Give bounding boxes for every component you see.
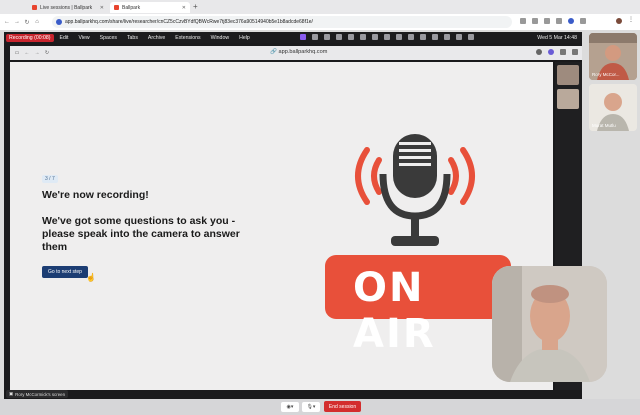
clock: Wed 5 Mar 14:48: [537, 34, 577, 41]
microphone-icon: [355, 134, 475, 246]
status-icon: [372, 34, 378, 40]
siri-icon: [468, 34, 474, 40]
camera-thumbnail: [557, 65, 579, 85]
control-center-icon: [456, 34, 462, 40]
person-video-icon: [492, 266, 607, 382]
menu-help[interactable]: Help: [239, 35, 250, 41]
tab-bar: Live sessions | Ballpark ✕ Ballpark ✕ +: [0, 0, 640, 14]
close-icon[interactable]: ✕: [100, 5, 104, 11]
participant-tile-murat[interactable]: Murat Mutlu: [589, 84, 637, 131]
status-icon: [396, 34, 402, 40]
status-icon: [348, 34, 354, 40]
menu-spaces[interactable]: Spaces: [100, 35, 117, 41]
status-icons: [300, 34, 474, 40]
forward-icon[interactable]: →: [32, 50, 42, 56]
menu-tabs[interactable]: Tabs: [127, 35, 138, 41]
status-icon: [324, 34, 330, 40]
session-controls: ◉ ▾ 🎙 ▾ End session: [0, 399, 640, 415]
participant-name: Rory McCor...: [592, 72, 620, 77]
browser-chrome: Live sessions | Ballpark ✕ Ballpark ✕ + …: [0, 0, 640, 30]
forward-icon[interactable]: →: [12, 19, 22, 25]
extension-icon[interactable]: [548, 49, 554, 55]
tab-ballpark[interactable]: Ballpark ✕: [110, 2, 190, 13]
inner-url-text: app.ballparkhq.com: [278, 49, 328, 55]
close-icon[interactable]: ✕: [182, 5, 186, 11]
mac-menubar: Recording (00:08) Edit View Spaces Tabs …: [4, 32, 582, 43]
inner-browser-toolbar: ▭ ← → ↻ 🔗 app.ballparkhq.com: [10, 46, 582, 60]
tab-label: Live sessions | Ballpark: [40, 4, 93, 11]
status-icon: [420, 34, 426, 40]
next-step-button[interactable]: Go to next step: [42, 266, 88, 278]
extension-icon[interactable]: [556, 18, 562, 24]
recording-badge: Recording (00:08): [6, 33, 54, 42]
menu-extensions[interactable]: Extensions: [175, 35, 200, 41]
screen-share-icon: ▣: [9, 391, 14, 396]
screen-owner-label: ▣ Rory McCormick's screen: [6, 390, 69, 398]
tab-label: Ballpark: [122, 4, 141, 11]
status-icon: [312, 34, 318, 40]
step-indicator: 3 / 7: [42, 175, 58, 183]
menu-icon[interactable]: ⋮: [628, 16, 634, 23]
extension-icon[interactable]: [536, 49, 542, 55]
participant-name: Murat Mutlu: [592, 123, 616, 128]
back-icon[interactable]: ←: [2, 19, 12, 25]
on-air-text: ON AIR: [353, 265, 436, 357]
reload-icon[interactable]: ↻: [22, 19, 32, 26]
extension-icon[interactable]: [544, 18, 550, 24]
extension-icon[interactable]: [520, 18, 526, 24]
wifi-icon: [432, 34, 438, 40]
extensions-puzzle-icon[interactable]: [580, 18, 586, 24]
site-info-icon[interactable]: [56, 19, 62, 25]
url-bar[interactable]: app.ballparkhq.com/share/live/researcher…: [52, 16, 512, 28]
battery-icon: [444, 34, 450, 40]
end-session-button[interactable]: End session: [324, 401, 361, 412]
self-camera-bubble[interactable]: [492, 266, 607, 382]
page-title: We're now recording!: [42, 189, 149, 201]
menu-view[interactable]: View: [78, 35, 89, 41]
pointer-cursor-icon: ☝: [86, 273, 96, 282]
home-icon[interactable]: ⌂: [32, 19, 42, 25]
sidebar-icon[interactable]: ▭: [12, 50, 22, 56]
menu-archive[interactable]: Archive: [148, 35, 165, 41]
split-view-icon[interactable]: [560, 49, 566, 55]
link-icon: 🔗: [270, 49, 277, 55]
chevron-down-icon: ▾: [312, 404, 316, 410]
new-tab-button[interactable]: +: [193, 2, 198, 11]
status-icon: [300, 34, 306, 40]
tab-live-sessions[interactable]: Live sessions | Ballpark ✕: [28, 2, 108, 13]
participant-tile-rory[interactable]: Rory McCor...: [589, 33, 637, 80]
extension-icon[interactable]: [568, 18, 574, 24]
page-instructions: We've got some questions to ask you - pl…: [42, 215, 240, 253]
profile-avatar[interactable]: [616, 18, 622, 24]
status-icon: [384, 34, 390, 40]
chevron-down-icon: ▾: [290, 404, 294, 410]
on-air-sign: ON AIR: [325, 255, 511, 357]
extension-icon[interactable]: [532, 18, 538, 24]
reload-icon[interactable]: ↻: [42, 50, 52, 56]
status-icon: [408, 34, 414, 40]
menu-edit[interactable]: Edit: [60, 35, 69, 41]
url-text: app.ballparkhq.com/share/live/researcher…: [65, 19, 313, 25]
status-icon: [336, 34, 342, 40]
camera-toggle-button[interactable]: ◉ ▾: [281, 402, 299, 412]
status-icon: [360, 34, 366, 40]
inner-url[interactable]: 🔗 app.ballparkhq.com: [270, 49, 327, 55]
ballpark-favicon-icon: [32, 5, 37, 10]
camera-thumbnail: [557, 89, 579, 109]
screen-owner-text: Rory McCormick's screen: [15, 391, 66, 397]
ballpark-favicon-icon: [114, 5, 119, 10]
sidebar-icon[interactable]: [572, 49, 578, 55]
mic-toggle-button[interactable]: 🎙 ▾: [302, 402, 320, 412]
back-icon[interactable]: ←: [22, 50, 32, 56]
menu-window[interactable]: Window: [211, 35, 229, 41]
address-row: ← → ↻ ⌂ app.ballparkhq.com/share/live/re…: [0, 14, 640, 30]
